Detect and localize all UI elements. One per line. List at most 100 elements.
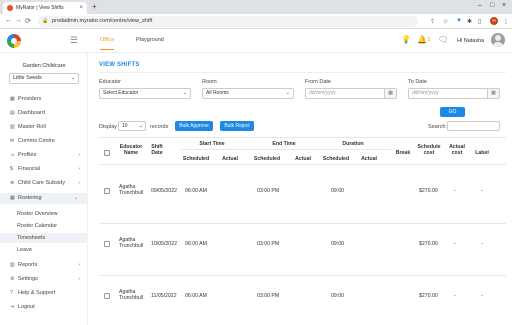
browser-menu-icon[interactable]: ⋮	[503, 18, 509, 25]
col-end-scheduled[interactable]: Scheduled	[252, 156, 282, 162]
sidebar-item-dashboard[interactable]: ▤ Dashboard	[10, 110, 80, 118]
sidebar-item-label: Settings	[18, 276, 38, 282]
cell-duration-scheduled: 09:00	[331, 241, 344, 247]
lightbulb-icon[interactable]: 💡	[401, 35, 411, 44]
room-select[interactable]: All Rooms ⌄	[202, 88, 294, 99]
sidebar-item-label: Rostering	[18, 195, 42, 201]
col-break[interactable]: Break	[393, 150, 413, 156]
sidebar-item-profiles[interactable]: ☺ Profiles ›	[10, 152, 80, 160]
select-all-checkbox[interactable]	[104, 150, 110, 156]
minimize-icon[interactable]: –	[478, 2, 482, 9]
page-length-select[interactable]: 10 ⌄	[118, 121, 146, 131]
chevron-down-icon: ⌄	[73, 195, 78, 201]
cell-start-scheduled: 06:00 AM	[185, 241, 207, 247]
sidebar-item-providers[interactable]: ▦ Providers	[10, 96, 80, 104]
url-field[interactable]: 🔒 prodadmin.myrator.com/centre/view_shif…	[38, 16, 418, 27]
col-actual-cost[interactable]: Actual cost	[447, 144, 467, 156]
sidebar-item-help-support[interactable]: ? Help & Support	[10, 290, 80, 298]
tab-office[interactable]: Office	[100, 37, 115, 50]
col-start-actual[interactable]: Actual	[215, 156, 245, 162]
bulk-reject-button[interactable]: Bulk Reject	[220, 121, 254, 131]
tab-playground[interactable]: Playground	[136, 37, 164, 43]
educator-select-value: Select Educator	[103, 90, 139, 96]
new-tab-button[interactable]: +	[92, 2, 97, 11]
to-date-label: To Date	[408, 79, 427, 85]
sidebar-item-financial[interactable]: $ Financial ›	[10, 166, 80, 174]
educator-select[interactable]: Select Educator ⌄	[99, 88, 191, 99]
user-greeting[interactable]: Hi Natasha	[457, 38, 484, 44]
bulk-approve-button[interactable]: Bulk Approve	[175, 121, 213, 131]
back-icon[interactable]: ←	[5, 17, 12, 24]
maximize-icon[interactable]: □	[490, 2, 494, 9]
col-start-scheduled[interactable]: Scheduled	[181, 156, 211, 162]
row-checkbox[interactable]	[104, 293, 110, 299]
sidebar-item-master-roll[interactable]: ▥ Master Roll	[10, 124, 80, 132]
sidebar-subitem-timesheets[interactable]: Timesheets	[0, 233, 88, 243]
menu-toggle-icon[interactable]: ☰	[70, 35, 78, 46]
app-logo[interactable]	[7, 34, 21, 48]
calendar-icon[interactable]: ▦	[384, 89, 396, 98]
col-end-time: End Time	[272, 141, 296, 147]
sidepanel-icon[interactable]: ▯	[478, 18, 481, 25]
col-schedule-cost[interactable]: Schedule cost	[417, 144, 441, 156]
records-label: records	[150, 124, 169, 130]
sidebar-subitem-leave[interactable]: Leave	[17, 247, 32, 253]
forward-icon[interactable]: →	[15, 17, 22, 24]
to-date-input[interactable]: dd/mm/yyyy ▦	[408, 88, 500, 99]
app-header: ☰ Office Playground 💡 🔔 5 🗨 Hi Natasha	[0, 29, 512, 53]
center-select[interactable]: Little Seeds ⌄	[9, 73, 79, 84]
center-select-value: Little Seeds	[13, 75, 42, 81]
chat-icon[interactable]: 🗨	[438, 35, 448, 44]
cell-end-scheduled: 03:00 PM	[257, 241, 280, 247]
bookmark-star-icon[interactable]: ☆	[443, 18, 448, 25]
educator-label: Educator	[99, 79, 122, 85]
cell-schedule-cost: $270.00	[419, 188, 438, 194]
table-top-border	[99, 137, 506, 138]
rostering-icon: ▦	[10, 195, 15, 201]
extension-icon[interactable]: ▼	[456, 18, 462, 24]
col-label[interactable]: Label	[474, 150, 490, 156]
row-checkbox[interactable]	[104, 188, 110, 194]
col-duration: Duration	[342, 141, 364, 147]
cell-label: -	[481, 293, 483, 299]
calendar-icon[interactable]: ▦	[487, 89, 499, 98]
sidebar-item-comms-centre[interactable]: ✉ Comms Centre	[10, 138, 80, 146]
share-icon[interactable]: ⇪	[430, 18, 435, 25]
sidebar-item-child-care-subsidy[interactable]: ⊕ Child Care Subsidy ›	[10, 180, 80, 188]
notification-bell-icon[interactable]: 🔔	[417, 35, 427, 44]
sidebar-subitem-roster-calendar[interactable]: Roster Calendar	[17, 223, 57, 229]
chevron-down-icon: ⌄	[70, 75, 75, 81]
col-educator-name[interactable]: Educator Name	[118, 144, 144, 156]
chevron-right-icon: ›	[78, 276, 80, 282]
col-shift-date[interactable]: Shift Date	[146, 144, 168, 156]
financial-icon: $	[10, 166, 13, 172]
chevron-right-icon: ›	[78, 262, 80, 268]
cell-duration-scheduled: 09:00	[331, 188, 344, 194]
go-button[interactable]: GO	[440, 107, 465, 117]
table-header-bottom-border	[99, 164, 506, 165]
sidebar-item-logout[interactable]: ⇥ Logout	[10, 304, 80, 312]
user-avatar[interactable]	[491, 33, 505, 47]
col-duration-actual[interactable]: Actual	[354, 156, 384, 162]
sidebar-subitem-roster-overview[interactable]: Roster Overview	[17, 211, 58, 217]
window-close-icon[interactable]: ×	[502, 2, 506, 9]
from-date-input[interactable]: dd/mm/yyyy ▦	[305, 88, 397, 99]
browser-tab[interactable]: MyRator | View Shifts ×	[3, 2, 87, 14]
sidebar-item-label: Financial	[18, 166, 41, 172]
logout-icon: ⇥	[10, 304, 15, 310]
sidebar-item-reports[interactable]: ▥ Reports ›	[10, 262, 80, 270]
puzzle-icon[interactable]: ✱	[467, 18, 472, 25]
row-checkbox[interactable]	[104, 241, 110, 247]
col-end-actual[interactable]: Actual	[288, 156, 318, 162]
browser-profile-avatar[interactable]: H	[490, 17, 498, 25]
chevron-right-icon: ›	[78, 180, 80, 186]
col-duration-scheduled[interactable]: Scheduled	[321, 156, 351, 162]
sidebar-item-label: Reports	[18, 262, 38, 268]
cell-schedule-cost: $270.00	[419, 241, 438, 247]
close-tab-icon[interactable]: ×	[79, 5, 83, 11]
reload-icon[interactable]: ⟳	[25, 17, 31, 25]
search-input[interactable]	[447, 121, 500, 131]
sidebar-item-settings[interactable]: ⚙ Settings ›	[10, 276, 80, 284]
sidebar-item-rostering[interactable]: ▦ Rostering ⌄	[0, 193, 88, 204]
cell-label: -	[481, 241, 483, 247]
